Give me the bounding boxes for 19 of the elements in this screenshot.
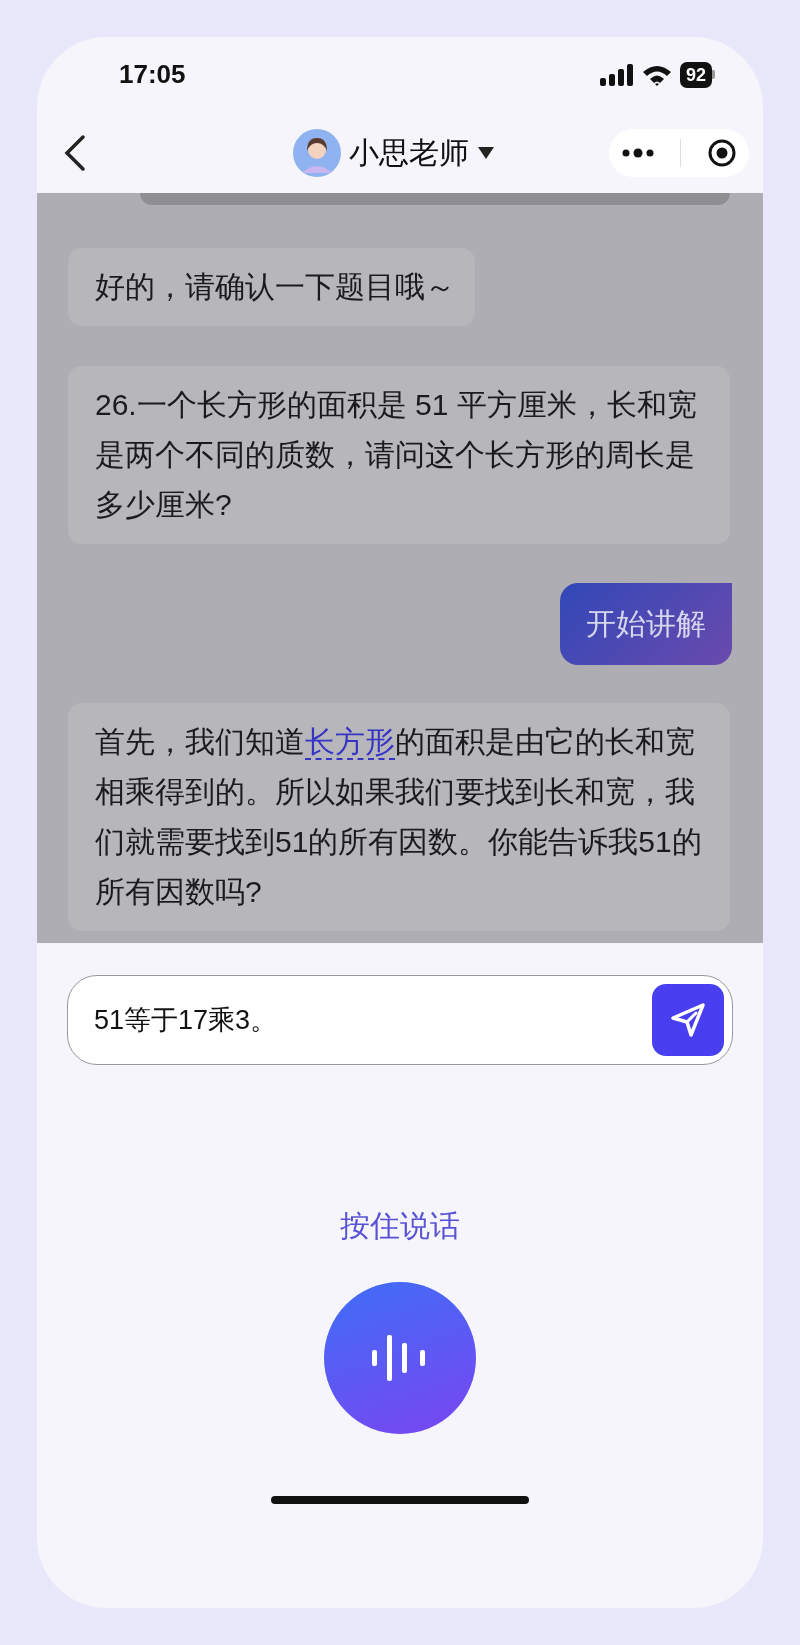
avatar — [293, 128, 341, 177]
send-icon — [670, 1002, 706, 1038]
message-bubble: 26.一个长方形的面积是 51 平方厘米，长和宽是两个不同的质数，请问这个长方形的周长是多少厘米? — [68, 366, 730, 544]
hold-to-talk-label: 按住说话 — [339, 1208, 461, 1244]
user-message: 开始讲解 — [560, 583, 732, 665]
send-button[interactable] — [652, 984, 724, 1056]
status-time: 17:05 — [119, 58, 186, 91]
message-bubble: 首先，我们知道长方形的面积是由它的长和宽相乘得到的。所以如果我们要找到长和宽，我们就需要找到51的所有因数。你能告诉我51的所有因数吗? — [68, 703, 730, 931]
wifi-icon — [641, 63, 672, 86]
capsule-menu[interactable] — [609, 128, 749, 177]
more-icon[interactable] — [622, 147, 655, 158]
caret-icon[interactable] — [477, 145, 495, 160]
signal-icon — [599, 63, 634, 86]
battery-level: 92 — [679, 61, 712, 88]
term-link[interactable]: 长方形 — [305, 725, 395, 760]
composer-bar[interactable]: 51等于17乘3。 — [67, 975, 733, 1065]
chat-title: 小思老师 — [349, 135, 469, 171]
input-field[interactable]: 51等于17乘3。 — [92, 998, 652, 1042]
message-bubble: 好的，请确认一下题目哦～ — [68, 248, 475, 326]
